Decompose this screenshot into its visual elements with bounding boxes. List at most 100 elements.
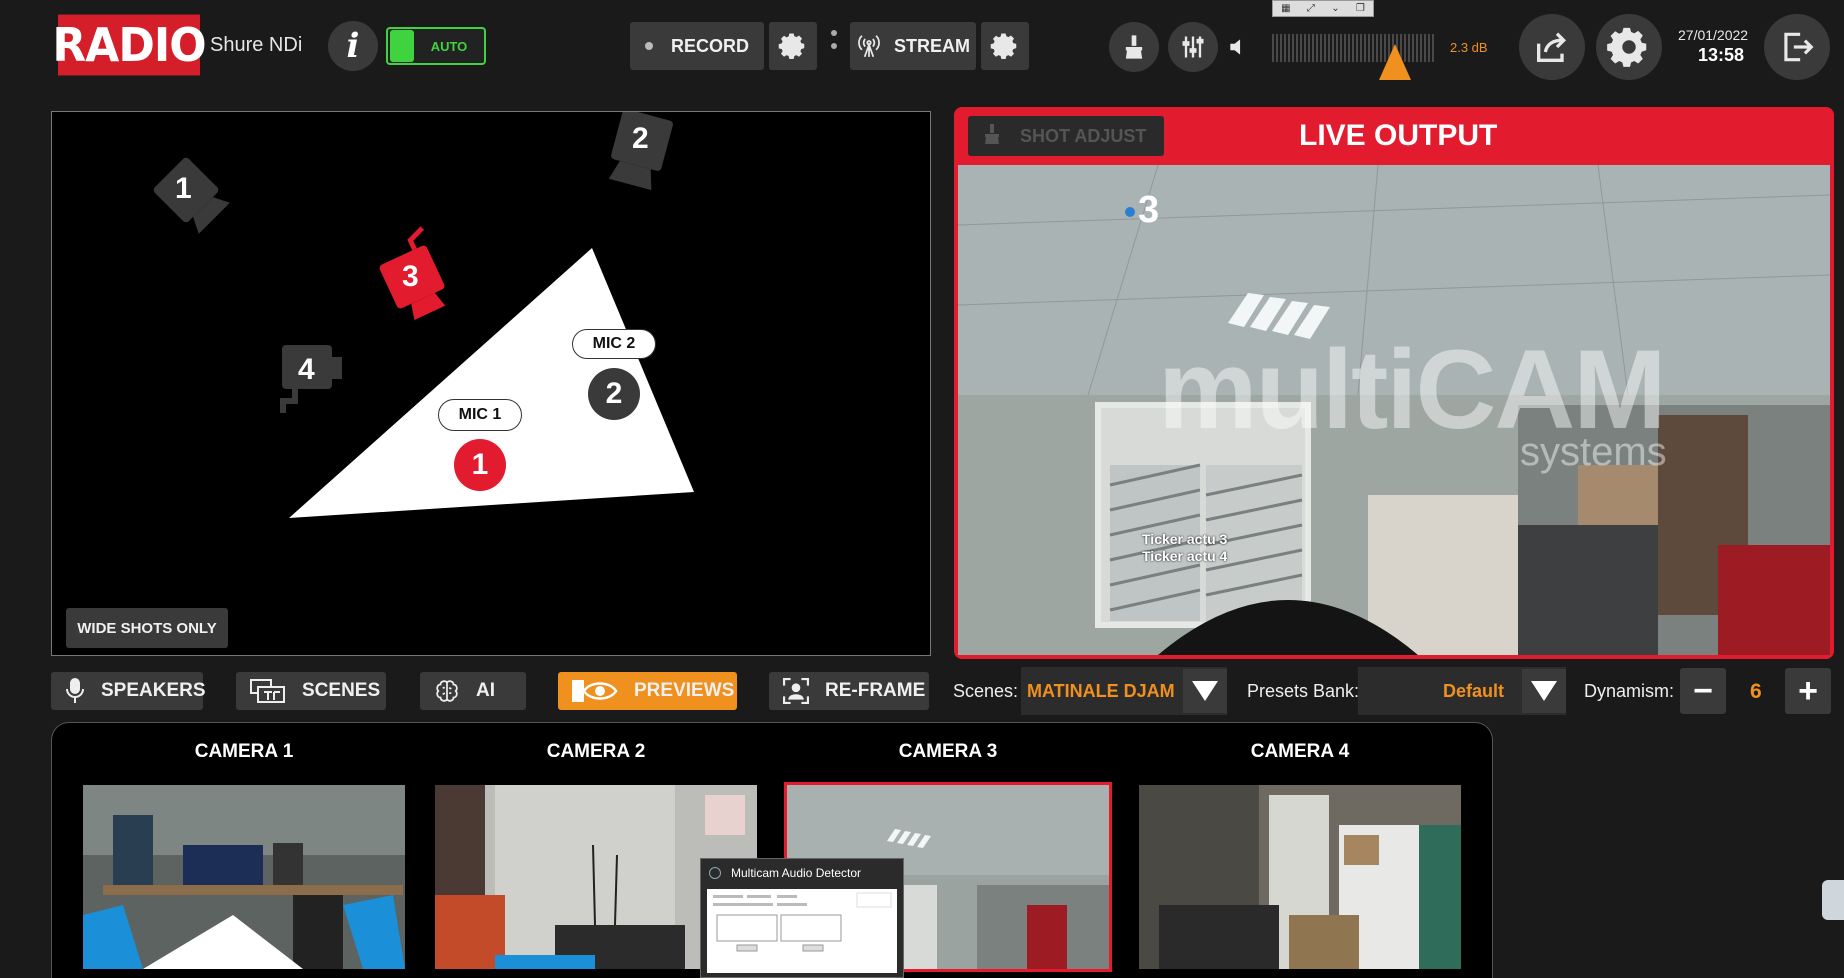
auto-toggle[interactable]: AUTO: [386, 27, 486, 65]
gear-icon: [1607, 27, 1647, 67]
shot-adjust-button[interactable]: SHOT ADJUST: [968, 116, 1164, 156]
audio-detector-title: Multicam Audio Detector: [731, 866, 862, 880]
brush-button[interactable]: [1109, 22, 1159, 72]
expand-icon[interactable]: ⤢: [1307, 3, 1315, 14]
live-video-feed[interactable]: 3 multiCAM systems Ticker actu 3 Ticker …: [958, 165, 1830, 655]
app-icon: [709, 867, 721, 879]
speakers-label: SPEAKERS: [101, 680, 206, 701]
speakers-button[interactable]: SPEAKERS: [51, 672, 206, 710]
mic-1-label: MIC 1: [438, 399, 522, 431]
shot-adjust-label: SHOT ADJUST: [1020, 125, 1147, 146]
device-name: Shure NDi: [210, 34, 303, 56]
brush-icon: [1125, 35, 1143, 59]
window-mini-toolbar[interactable]: ▦ ⤢ ⌄ ❐: [1272, 0, 1374, 17]
scenes-dropdown-label: Scenes:: [953, 681, 1019, 701]
camera-2-number: 2: [632, 122, 649, 155]
scenes-dropdown[interactable]: MATINALE DJAM: [1021, 667, 1227, 715]
presets-bank-dropdown[interactable]: Default: [1358, 667, 1566, 715]
speaker-button[interactable]: [1226, 34, 1252, 60]
audio-level-value: 2.3 dB: [1450, 40, 1488, 55]
microphone-icon: [65, 678, 85, 704]
audio-threshold-slider[interactable]: [1379, 44, 1411, 80]
windows-icon[interactable]: ❐: [1356, 3, 1365, 14]
dynamism-label: Dynamism:: [1584, 681, 1675, 701]
chevron-down-icon[interactable]: [1522, 669, 1566, 713]
share-icon: [1537, 32, 1567, 62]
studio-map[interactable]: 1 2 3 4 MIC 2 2 MIC 1 1 WIDE SHOTS ONLY: [51, 111, 931, 656]
reframe-label: RE-FRAME: [825, 680, 926, 701]
audio-detector-content: [707, 889, 897, 973]
camera-1-label: CAMERA 1: [194, 741, 294, 762]
share-button[interactable]: [1519, 14, 1585, 80]
camera-4-number: 4: [298, 353, 315, 386]
camera-1-preview[interactable]: [83, 785, 405, 969]
plus-icon: +: [1798, 671, 1818, 710]
previews-label: PREVIEWS: [634, 680, 735, 701]
stream-label: STREAM: [894, 35, 970, 56]
scenes-dropdown-value: MATINALE DJAM: [1027, 680, 1175, 701]
record-label: RECORD: [670, 35, 749, 56]
grid-icon[interactable]: ▦: [1281, 3, 1290, 14]
mic-2-number: 2: [605, 377, 623, 410]
top-bar: RADIO Shure NDi i AUTO RECORD STREAM ▦ ⤢…: [0, 0, 1844, 100]
ai-button[interactable]: AI: [420, 672, 526, 710]
reframe-icon: [783, 678, 809, 704]
mic-1-number: 1: [471, 448, 489, 481]
gear-icon: [778, 33, 805, 59]
camera-4-label: CAMERA 4: [1250, 741, 1350, 762]
side-panel-handle[interactable]: [1822, 880, 1844, 920]
camera-1-number: 1: [175, 172, 192, 205]
stream-button[interactable]: STREAM: [850, 22, 976, 70]
chevron-down-icon[interactable]: ⌄: [1331, 3, 1339, 14]
logout-button[interactable]: [1764, 14, 1830, 80]
eye-icon: [572, 678, 618, 704]
dynamism-increase-button[interactable]: +: [1785, 668, 1831, 714]
current-date: 27/01/2022: [1678, 27, 1749, 43]
presets-bank-label: Presets Bank:: [1247, 681, 1360, 701]
current-time: 13:58: [1698, 45, 1745, 65]
dynamism-decrease-button[interactable]: −: [1680, 668, 1726, 714]
brain-icon: [434, 678, 460, 704]
camera-3-label: CAMERA 3: [898, 741, 998, 762]
ticker-line-1: Ticker actu 3: [1142, 531, 1228, 547]
record-button[interactable]: RECORD: [630, 22, 764, 70]
radio-logo: RADIO: [52, 14, 207, 76]
minus-icon: −: [1693, 671, 1713, 710]
info-button[interactable]: i: [328, 21, 378, 71]
record-settings-button[interactable]: [769, 22, 817, 70]
presets-bank-value: Default: [1442, 680, 1504, 701]
audio-detector-titlebar[interactable]: Multicam Audio Detector: [701, 859, 903, 887]
antenna-icon: [858, 35, 880, 58]
ai-label: AI: [476, 680, 495, 701]
reframe-button[interactable]: RE-FRAME: [769, 672, 929, 710]
speaker-icon: [1230, 39, 1241, 55]
tally-dot-icon: [1125, 206, 1135, 217]
gear-icon: [990, 33, 1017, 59]
multicam-watermark-sub: systems: [1520, 430, 1667, 474]
camera-4-preview[interactable]: [1139, 785, 1461, 969]
chevron-down-icon[interactable]: [1183, 669, 1227, 713]
previews-button[interactable]: PREVIEWS: [558, 672, 737, 710]
dynamism-value: 6: [1750, 680, 1762, 703]
wide-shots-only-button[interactable]: WIDE SHOTS ONLY: [66, 608, 228, 648]
mic-2-label: MIC 2: [572, 329, 656, 359]
settings-button[interactable]: [1596, 14, 1662, 80]
scenes-label: SCENES: [302, 680, 381, 701]
toggle-knob: [390, 30, 414, 62]
audio-detector-window[interactable]: Multicam Audio Detector: [700, 858, 904, 978]
separator-dots: [831, 30, 837, 54]
live-camera-number: 3: [1125, 189, 1159, 232]
live-output-panel: SHOT ADJUST LIVE OUTPUT 3 multiCAM syste…: [954, 107, 1834, 659]
scenes-button[interactable]: SCENES: [236, 672, 386, 710]
ticker-line-2: Ticker actu 4: [1142, 548, 1228, 564]
auto-label: AUTO: [430, 38, 468, 54]
logout-icon: [1784, 32, 1814, 62]
mixer-button[interactable]: [1168, 22, 1218, 72]
live-output-title: LIVE OUTPUT: [1299, 119, 1498, 152]
camera-2-label: CAMERA 2: [546, 741, 646, 762]
stream-settings-button[interactable]: [981, 22, 1029, 70]
mixer-sliders-icon: [1182, 36, 1204, 58]
info-icon: i: [346, 26, 360, 66]
camera-3-number: 3: [402, 260, 419, 293]
brush-icon: [980, 122, 1004, 151]
